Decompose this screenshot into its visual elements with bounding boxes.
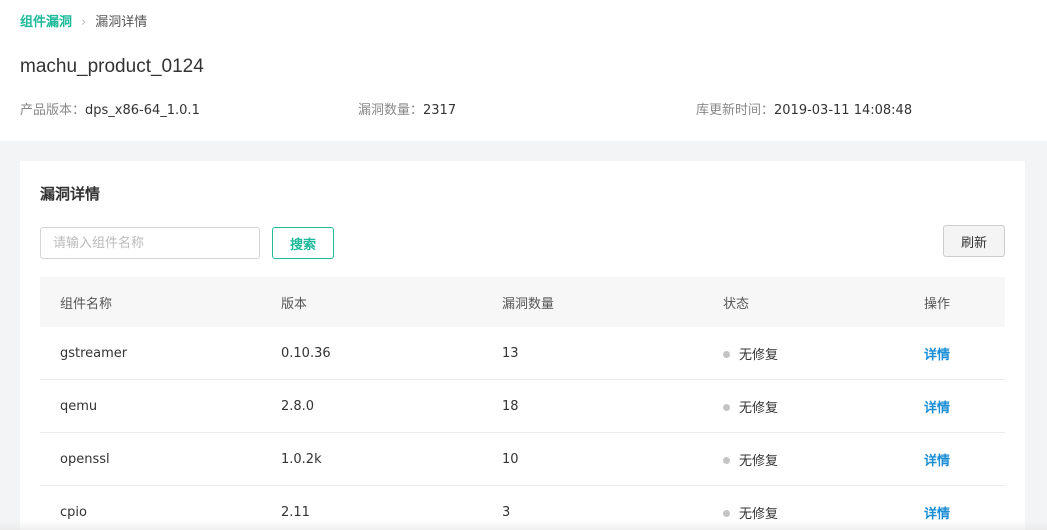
detail-link[interactable]: 详情 [924,401,950,416]
cell-version: 1.0.2k [281,451,322,467]
status-text: 无修复 [739,453,779,469]
vuln-detail-panel: 漏洞详情 搜索 刷新 组件名称 版本 漏洞数量 状态 操作 gstreamer … [20,161,1025,530]
cell-status: 无修复 [703,344,924,363]
vuln-table: 组件名称 版本 漏洞数量 状态 操作 gstreamer 0.10.36 13 … [40,277,1005,530]
cell-version: 2.11 [281,504,310,520]
col-header-status: 状态 [723,296,750,312]
product-version-value: dps_x86-64_1.0.1 [85,103,200,118]
breadcrumb-link-component-vulns[interactable]: 组件漏洞 [20,15,72,30]
search-button[interactable]: 搜索 [272,227,334,259]
cell-vuln-count: 18 [502,398,519,414]
page-header: 组件漏洞 › 漏洞详情 machu_product_0124 产品版本：dps_x8… [0,0,1047,141]
cell-action: 详情 [924,397,1005,416]
product-version: 产品版本：dps_x86-64_1.0.1 [20,102,200,120]
status-dot-icon [723,403,730,411]
cell-vuln-count: 10 [502,451,519,467]
vuln-count: 漏洞数量：2317 [358,102,456,120]
db-update-time: 库更新时间：2019-03-11 14:08:48 [696,102,912,120]
col-header-action: 操作 [924,296,951,312]
table-row: gstreamer 0.10.36 13 无修复 详情 [40,327,1005,380]
breadcrumb-current: 漏洞详情 [95,15,148,30]
page-title: machu_product_0124 [20,56,204,77]
component-search-input[interactable] [40,227,260,259]
detail-link[interactable]: 详情 [924,348,950,363]
cell-action: 详情 [924,344,1005,363]
status-dot-icon [723,456,730,464]
panel-title: 漏洞详情 [40,185,101,203]
col-header-vuln-count: 漏洞数量 [502,296,555,312]
cell-status: 无修复 [703,503,924,522]
cell-vuln-count: 13 [502,345,519,361]
cell-component-name: openssl [60,451,110,467]
table-row: openssl 1.0.2k 10 无修复 详情 [40,433,1005,486]
detail-link[interactable]: 详情 [924,454,950,469]
vuln-count-label: 漏洞数量： [358,103,424,118]
cell-component-name: qemu [60,398,98,414]
cell-vuln-count: 3 [502,504,511,520]
cell-component-name: gstreamer [60,345,128,361]
col-header-component-name: 组件名称 [60,296,113,312]
db-update-time-label: 库更新时间： [696,103,775,118]
cell-action: 详情 [924,450,1005,469]
breadcrumb-chevron-icon: › [81,15,87,30]
status-dot-icon [723,509,730,517]
refresh-button[interactable]: 刷新 [943,225,1005,257]
cell-action: 详情 [924,503,1005,522]
cell-version: 0.10.36 [281,345,331,361]
cell-status: 无修复 [703,397,924,416]
vuln-count-value: 2317 [423,103,457,118]
table-row: qemu 2.8.0 18 无修复 详情 [40,380,1005,433]
cell-status: 无修复 [703,450,924,469]
db-update-time-value: 2019-03-11 14:08:48 [774,103,913,118]
status-text: 无修复 [739,400,779,416]
product-version-label: 产品版本： [20,103,86,118]
status-dot-icon [723,350,730,358]
breadcrumb: 组件漏洞 › 漏洞详情 [20,14,147,32]
cell-component-name: cpio [60,504,87,520]
scroll-shadow [0,520,1047,530]
col-header-version: 版本 [281,296,308,312]
table-header: 组件名称 版本 漏洞数量 状态 操作 [40,277,1005,327]
cell-version: 2.8.0 [281,398,315,414]
status-text: 无修复 [739,347,779,363]
